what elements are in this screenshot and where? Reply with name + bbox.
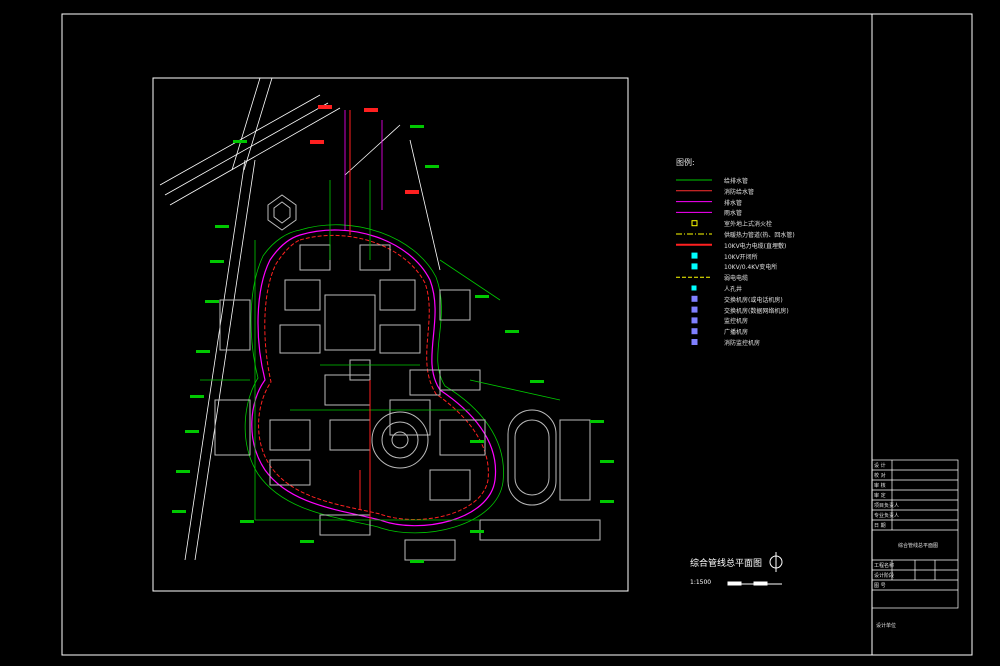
legend-symbol-7 xyxy=(691,252,698,259)
legend-symbol-8 xyxy=(691,263,698,270)
outer-frame xyxy=(61,13,973,656)
title-block-sheet-caption: 综合管线总平面图 xyxy=(898,543,939,549)
legend-item-label: 广播机房 xyxy=(724,329,749,337)
legend-item-label: 消防给水管 xyxy=(724,188,755,196)
legend: 图例: xyxy=(676,157,695,168)
ring-road xyxy=(244,224,504,534)
buildings xyxy=(214,244,601,561)
title-block-row-label: 专业负责人 xyxy=(874,513,900,519)
pipe-callouts xyxy=(172,125,614,563)
title-block-row-label: 校 对 xyxy=(874,473,886,479)
site-plan-border xyxy=(152,77,629,592)
legend-item-label: 供暖热力管道(热、回水管) xyxy=(724,232,795,239)
title-block-row-label: 设 计 xyxy=(874,463,886,469)
legend-symbol-4 xyxy=(691,220,698,227)
fire-callouts xyxy=(310,105,419,194)
legend-item-label: 室外地上式消火栓 xyxy=(724,221,773,229)
legend-item-label: 交换机房(数据网络机房) xyxy=(724,307,789,315)
legend-item-label: 雨水管 xyxy=(724,210,743,218)
legend-item-label: 10KV电力电缆(直埋敷) xyxy=(724,242,787,250)
legend-item-label: 消防监控机房 xyxy=(724,340,761,347)
title-block-row-label: 项目负责人 xyxy=(874,503,900,509)
legend-item-label: 弱电电缆 xyxy=(724,275,749,283)
legend-symbol-12 xyxy=(691,306,698,313)
legend-item-label: 10KV/0.4KV变电所 xyxy=(724,264,778,272)
legend-symbol-10 xyxy=(691,285,697,291)
legend-item-label: 排水管 xyxy=(724,199,743,207)
title-block-row-label: 审 定 xyxy=(874,493,886,499)
legend-symbol-13 xyxy=(691,317,698,324)
legend-item-label: 监控机房 xyxy=(724,318,749,326)
legend-symbol-11 xyxy=(691,295,698,302)
drawing-title: 综合管线总平面图 xyxy=(690,559,763,569)
title-block-footer: 设计单位 xyxy=(876,623,897,629)
roads xyxy=(159,77,441,561)
title-block-row-label: 设计阶段 xyxy=(874,573,895,579)
legend-symbols xyxy=(676,179,712,345)
legend-title: 图例: xyxy=(676,158,695,167)
title-block-row-label: 日 期 xyxy=(874,523,886,529)
hexagon-pavilion xyxy=(267,194,297,231)
fire-water-pipes xyxy=(349,110,371,520)
legend-item-label: 10KV开闭所 xyxy=(724,253,758,261)
legend-item-label: 给排水管 xyxy=(724,178,749,185)
legend-item-label: 交换机房(或电话机房) xyxy=(724,296,783,304)
legend-symbol-15 xyxy=(691,339,698,345)
round-plaza xyxy=(371,411,429,469)
north-arrow-icon xyxy=(769,552,783,572)
legend-item-label: 人孔井 xyxy=(724,286,743,293)
cad-drawing-sheet xyxy=(61,13,973,656)
title-block-row-label: 工程名称 xyxy=(874,563,895,569)
title-block-row-label: 审 核 xyxy=(874,483,886,489)
scale-bar xyxy=(727,581,782,586)
running-track xyxy=(507,409,557,506)
legend-symbol-14 xyxy=(691,328,698,335)
drawing-scale: 1:1500 xyxy=(690,579,712,586)
title-block-row-label: 图 号 xyxy=(874,583,886,589)
